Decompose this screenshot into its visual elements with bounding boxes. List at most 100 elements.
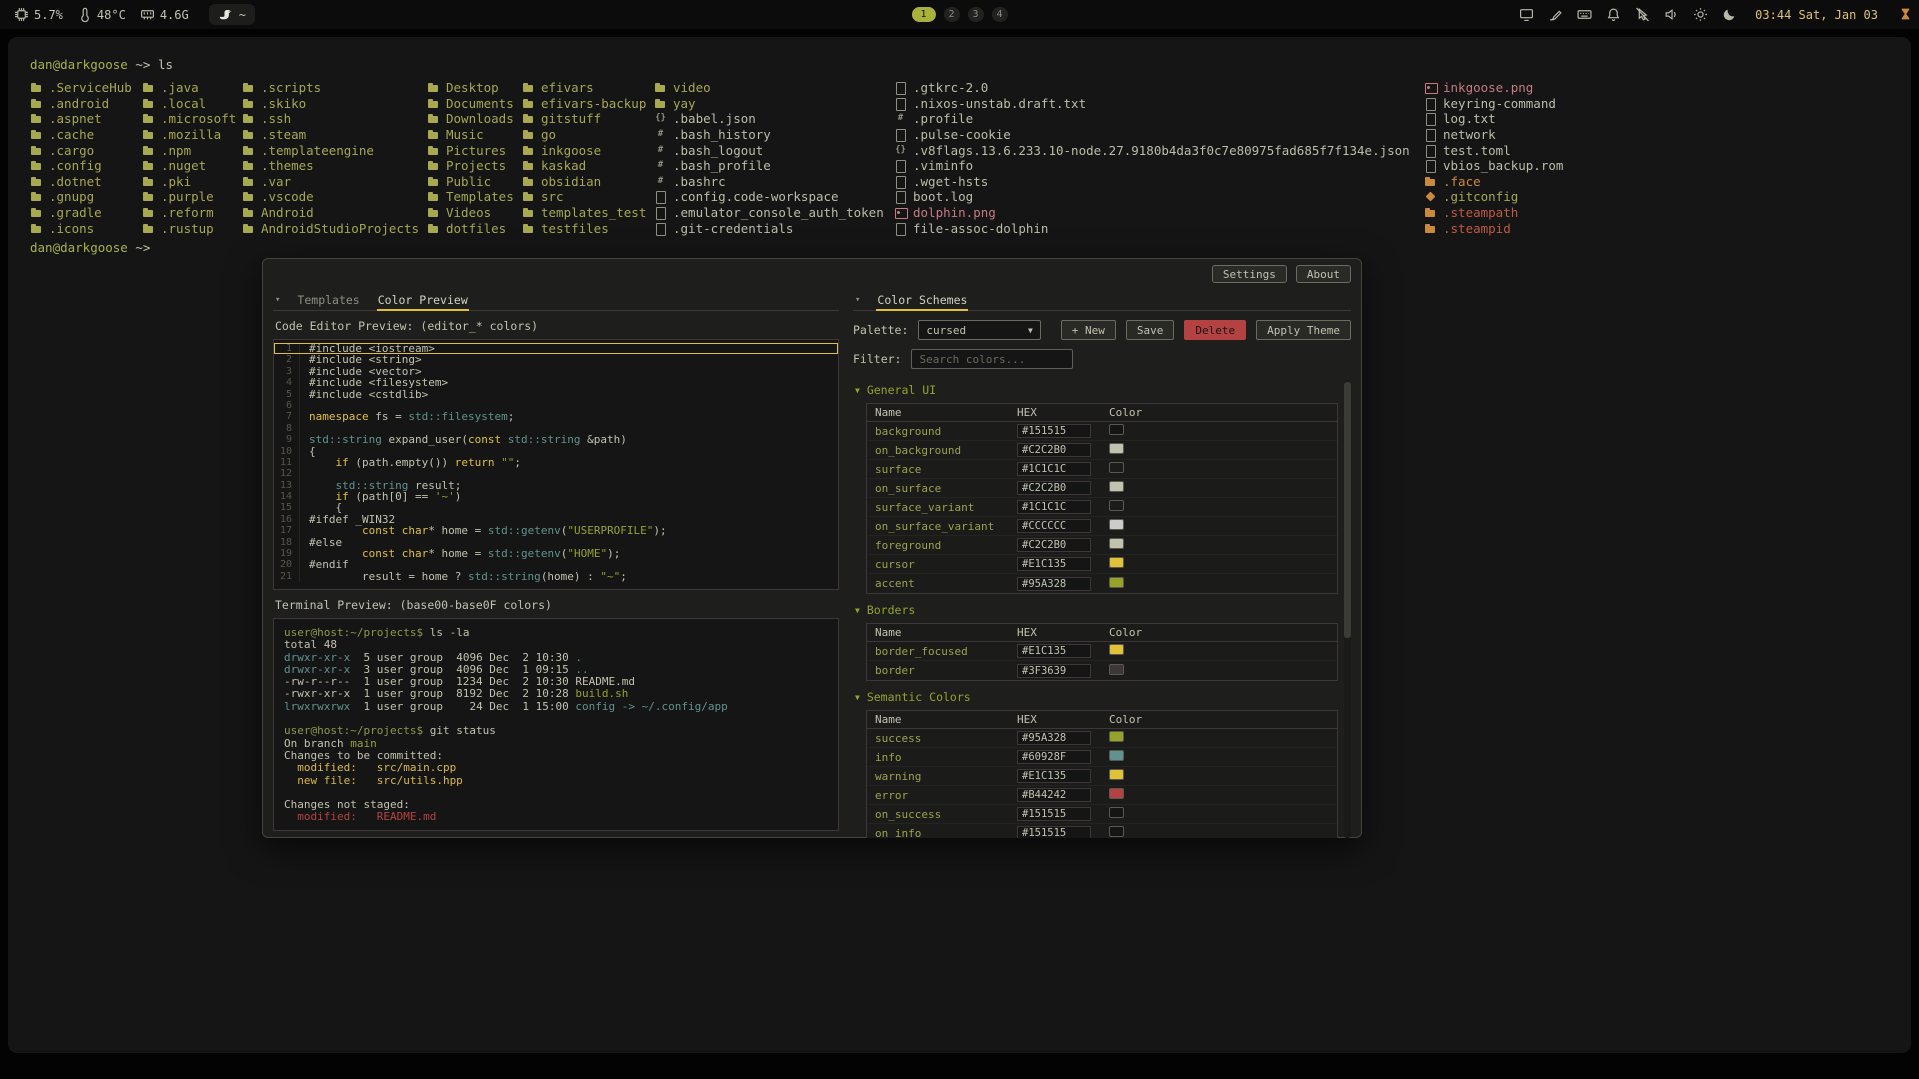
color-cell [1109, 750, 1329, 764]
line-number: 21 [274, 571, 300, 582]
keyboard-icon[interactable] [1577, 7, 1592, 22]
display-icon[interactable] [1519, 7, 1534, 22]
color-name: surface [875, 463, 1017, 476]
hex-input[interactable]: #60928F [1017, 750, 1091, 764]
section-header[interactable]: ▼General UI [855, 382, 1338, 398]
clock[interactable]: 03:44 Sat, Jan 03 [1755, 8, 1878, 22]
file-entry: efivars-backup [522, 96, 654, 112]
color-swatch[interactable] [1109, 750, 1124, 761]
hex-input[interactable]: #151515 [1017, 424, 1091, 438]
color-swatch[interactable] [1109, 664, 1124, 675]
dropdown-caret-icon[interactable]: ▾ [855, 295, 860, 305]
search-colors-input[interactable] [911, 349, 1073, 369]
hex-input[interactable]: #C2C2B0 [1017, 481, 1091, 495]
file-name: .gradle [49, 205, 102, 220]
tab-color-schemes[interactable]: Color Schemes [876, 293, 968, 307]
hex-input[interactable]: #E1C135 [1017, 557, 1091, 571]
color-swatch[interactable] [1109, 807, 1124, 818]
goose-widget[interactable]: ~ [209, 4, 255, 25]
delete-button[interactable]: Delete [1184, 320, 1246, 340]
settings-button[interactable]: Settings [1212, 265, 1287, 283]
hex-input[interactable]: #151515 [1017, 807, 1091, 821]
file-entry: .bash_logout [654, 142, 894, 158]
paintbrush-icon[interactable] [1548, 7, 1563, 22]
section-header[interactable]: ▼Semantic Colors [855, 689, 1338, 705]
file-entry: .cache [30, 127, 142, 143]
prompt-arrow-2: ~> [128, 240, 151, 255]
hex-input[interactable]: #151515 [1017, 826, 1091, 838]
tab-templates[interactable]: Templates [296, 293, 360, 307]
hex-input[interactable]: #95A328 [1017, 731, 1091, 745]
color-swatch[interactable] [1109, 826, 1124, 837]
color-swatch[interactable] [1109, 443, 1124, 454]
bell-icon[interactable] [1606, 7, 1621, 22]
apply-theme-button[interactable]: Apply Theme [1256, 320, 1351, 340]
hex-input[interactable]: #B44242 [1017, 788, 1091, 802]
line-number: 8 [274, 423, 300, 434]
code-editor-preview[interactable]: 1#include <iostream>2#include <string>3#… [273, 339, 839, 590]
hex-input[interactable]: #3F3639 [1017, 664, 1091, 678]
file-name: Videos [446, 205, 491, 220]
tab-color-preview[interactable]: Color Preview [377, 293, 469, 307]
color-swatch[interactable] [1109, 424, 1124, 435]
hex-input[interactable]: #C2C2B0 [1017, 443, 1091, 457]
scrollbar[interactable] [1344, 380, 1351, 838]
color-name: on_info [875, 827, 1017, 839]
prompt-command: ls [158, 57, 173, 72]
shell-icon [654, 159, 667, 172]
folder-icon [242, 190, 255, 203]
folder-icon [30, 190, 43, 203]
hex-input[interactable]: #95A328 [1017, 577, 1091, 591]
workspace-1[interactable]: 1 [911, 7, 935, 22]
line-number: 17 [274, 525, 300, 536]
file-name: .bash_history [673, 127, 771, 142]
folder-icon [427, 112, 440, 125]
color-swatch[interactable] [1109, 769, 1124, 780]
memory-stat: 4.6G [140, 7, 189, 22]
about-button[interactable]: About [1296, 265, 1351, 283]
line-number: 6 [274, 400, 300, 411]
hex-input[interactable]: #1C1C1C [1017, 462, 1091, 476]
folder-icon [142, 159, 155, 172]
hex-input[interactable]: #E1C135 [1017, 769, 1091, 783]
dropdown-caret-icon[interactable]: ▾ [275, 295, 280, 305]
file-entry: inkgoose [522, 142, 654, 158]
volume-icon[interactable] [1664, 7, 1679, 22]
color-swatch[interactable] [1109, 788, 1124, 799]
file-name: .emulator_console_auth_token [673, 205, 884, 220]
color-table: NameHEXColorsuccess#95A328info#60928Fwar… [866, 710, 1338, 838]
workspace-3[interactable]: 3 [967, 7, 983, 22]
terminal-preview[interactable]: user@host:~/projects$ ls -latotal 48drwx… [273, 618, 839, 831]
hourglass-tray-icon[interactable] [1898, 7, 1913, 22]
section-header[interactable]: ▼Borders [855, 602, 1338, 618]
file-name: Music [446, 127, 484, 142]
workspace-4[interactable]: 4 [992, 7, 1008, 22]
color-swatch[interactable] [1109, 481, 1124, 492]
pointer-off-icon[interactable] [1635, 7, 1650, 22]
color-swatch[interactable] [1109, 557, 1124, 568]
color-swatch[interactable] [1109, 538, 1124, 549]
hex-input[interactable]: #E1C135 [1017, 644, 1091, 658]
palette-select[interactable]: cursed ▼ [918, 320, 1040, 340]
file-icon [1424, 144, 1437, 157]
hex-input[interactable]: #C2C2B0 [1017, 538, 1091, 552]
night-light-icon[interactable] [1722, 7, 1737, 22]
hex-input[interactable]: #1C1C1C [1017, 500, 1091, 514]
folder-icon [242, 159, 255, 172]
hex-input[interactable]: #CCCCCC [1017, 519, 1091, 533]
workspace-2[interactable]: 2 [943, 7, 959, 22]
color-cell [1109, 538, 1329, 552]
color-swatch[interactable] [1109, 731, 1124, 742]
file-entry: .microsoft [142, 111, 242, 127]
color-swatch[interactable] [1109, 500, 1124, 511]
new-palette-button[interactable]: + New [1061, 320, 1116, 340]
color-cell [1109, 557, 1329, 571]
color-swatch[interactable] [1109, 462, 1124, 473]
file-name: boot.log [913, 189, 973, 204]
save-button[interactable]: Save [1126, 320, 1175, 340]
color-swatch[interactable] [1109, 577, 1124, 588]
scrollbar-thumb[interactable] [1344, 382, 1351, 638]
brightness-icon[interactable] [1693, 7, 1708, 22]
color-swatch[interactable] [1109, 644, 1124, 655]
color-swatch[interactable] [1109, 519, 1124, 530]
